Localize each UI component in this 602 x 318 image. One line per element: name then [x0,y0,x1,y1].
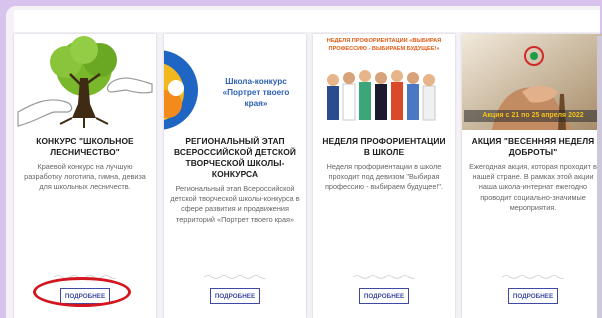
career-week-image[interactable]: НЕДЕЛЯ ПРОФОРИЕНТАЦИИ «ВЫБИРАЯ ПРОФЕССИЮ… [313,34,455,130]
highlight-circle [33,277,131,307]
news-card-4[interactable]: Акция с 21 по 25 апреля 2022 АКЦИЯ "ВЕСЕ… [462,34,602,318]
card-description: Краевой конкурс на лучшую разработку лог… [24,162,146,192]
card-description: Региональный этап Всероссийской детской … [170,184,300,224]
image-caption: НЕДЕЛЯ ПРОФОРИЕНТАЦИИ «ВЫБИРАЯ ПРОФЕССИЮ… [326,38,442,52]
card-title[interactable]: НЕДЕЛЯ ПРОФОРИЕНТАЦИИ В ШКОЛЕ [319,136,449,158]
card-title[interactable]: КОНКУРС "ШКОЛЬНОЕ ЛЕСНИЧЕСТВО" [20,136,150,158]
card-description: Неделя профориентации в школе проходит п… [324,162,444,192]
divider-wave [204,275,266,279]
divider-wave [502,275,564,279]
news-card-2[interactable]: Школа-конкурс «Портрет твоего края» РЕГИ… [164,34,306,318]
more-button[interactable]: ПОДРОБНЕЕ [508,288,558,304]
card-title[interactable]: АКЦИЯ "ВЕСЕННЯЯ НЕДЕЛЯ ДОБРОТЫ" [468,136,598,158]
forestry-image[interactable] [14,34,156,130]
portrait-contest-image[interactable]: Школа-конкурс «Портрет твоего края» [164,34,306,130]
card-description: Ежегодная акция, которая проходит в наше… [469,162,597,212]
top-strip [14,10,600,32]
divider-wave [353,275,415,279]
more-button[interactable]: ПОДРОБНЕЕ [359,288,409,304]
image-caption: Акция с 21 по 25 апреля 2022 [482,112,584,119]
kindness-week-image[interactable]: Акция с 21 по 25 апреля 2022 [462,34,602,130]
image-caption: Школа-конкурс «Портрет твоего края» [222,77,290,108]
news-card-1[interactable]: КОНКУРС "ШКОЛЬНОЕ ЛЕСНИЧЕСТВО" Краевой к… [14,34,156,318]
card-title[interactable]: РЕГИОНАЛЬНЫЙ ЭТАП ВСЕРОССИЙСКОЙ ДЕТСКОЙ … [170,136,300,180]
scrollbar[interactable] [597,36,602,318]
news-card-3[interactable]: НЕДЕЛЯ ПРОФОРИЕНТАЦИИ «ВЫБИРАЯ ПРОФЕССИЮ… [313,34,455,318]
more-button[interactable]: ПОДРОБНЕЕ [210,288,260,304]
